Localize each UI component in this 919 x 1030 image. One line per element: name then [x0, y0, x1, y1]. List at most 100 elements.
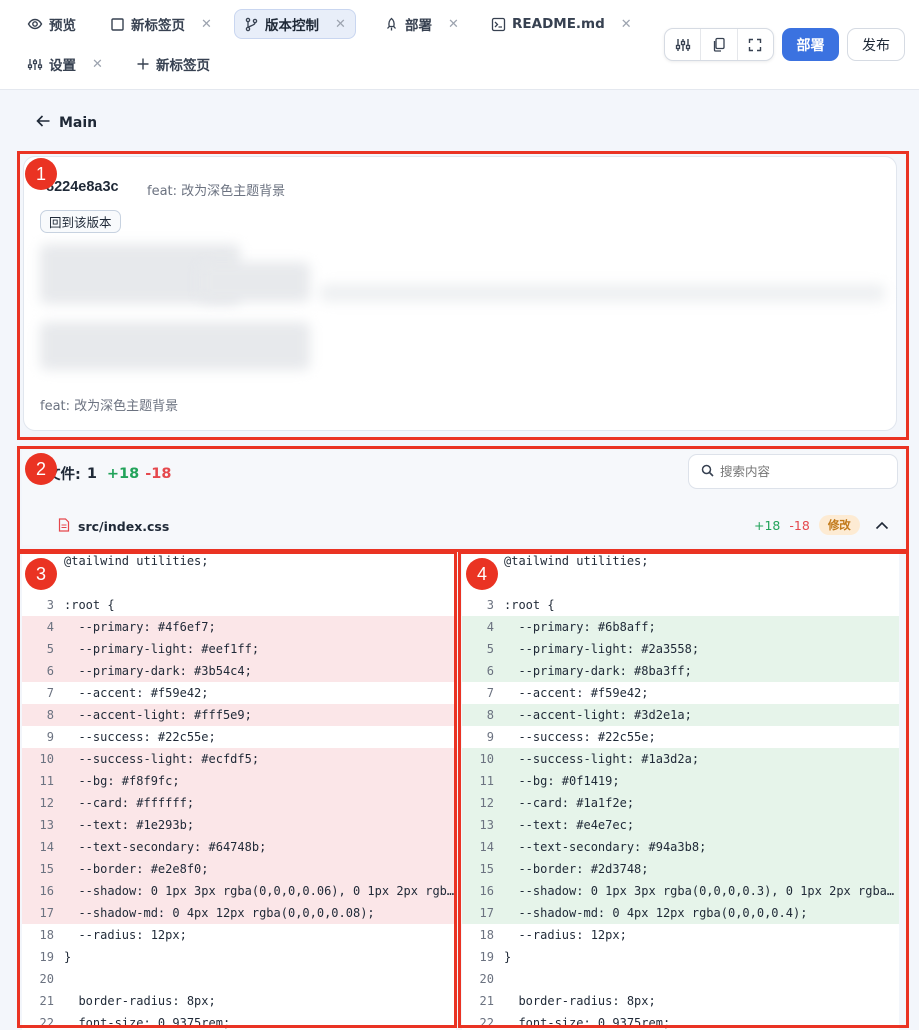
diff-line: 17 --shadow-md: 0 4px 12px rgba(0,0,0,0.…	[462, 902, 899, 924]
line-code: --primary-light: #2a3558;	[504, 642, 700, 656]
line-number: 16	[39, 884, 54, 898]
line-number: 14	[39, 840, 54, 854]
line-number: 18	[39, 928, 54, 942]
tab-deploy[interactable]: 部署 ✕	[375, 9, 468, 39]
diff-line: 15 --border: #e2e8f0;	[22, 858, 456, 880]
line-number: 17	[39, 906, 54, 920]
diff-line: 20	[462, 968, 899, 990]
line-number: 13	[479, 818, 494, 832]
close-icon[interactable]: ✕	[448, 17, 459, 32]
file-icon	[58, 518, 70, 535]
line-code: --shadow-md: 0 4px 12px rgba(0,0,0,0.4);	[504, 906, 808, 920]
line-code: font-size: 0.9375rem;	[504, 1016, 671, 1030]
commit-message-footer: feat: 改为深色主题背景	[40, 399, 179, 414]
copy-icon[interactable]	[701, 29, 738, 60]
line-number: 15	[39, 862, 54, 876]
diff-line: 14 --text-secondary: #64748b;	[22, 836, 456, 858]
diff-line: 11 --bg: #0f1419;	[462, 770, 899, 792]
diff-line	[462, 572, 899, 594]
tab-label: 部署	[405, 18, 432, 34]
line-code: --accent-light: #3d2e1a;	[504, 708, 692, 722]
diff-line: 8 --accent-light: #3d2e1a;	[462, 704, 899, 726]
line-code: --text-secondary: #94a3b8;	[504, 840, 707, 854]
diff-line: 21 border-radius: 8px;	[462, 990, 899, 1012]
line-code: :root {	[64, 598, 115, 612]
file-row[interactable]: src/index.css +18 -18 修改	[22, 506, 902, 546]
close-icon[interactable]: ✕	[621, 17, 632, 32]
diff-line: 9 --success: #22c55e;	[462, 726, 899, 748]
line-code: :root {	[504, 598, 555, 612]
annotation-marker: 1	[25, 158, 57, 190]
diff-line: 16 --shadow: 0 1px 3px rgba(0,0,0,0.06),…	[22, 880, 456, 902]
search-input[interactable]	[720, 464, 890, 479]
line-code: font-size: 0.9375rem;	[64, 1016, 231, 1030]
tab-settings[interactable]: 设置 ✕	[18, 49, 112, 79]
line-number: 20	[39, 972, 54, 986]
commit-message: feat: 改为深色主题背景	[147, 184, 286, 199]
close-icon[interactable]: ✕	[335, 17, 346, 32]
line-number: 16	[479, 884, 494, 898]
sliders-icon	[27, 57, 43, 72]
line-number: 21	[39, 994, 54, 1008]
line-code: --accent: #f59e42;	[504, 686, 649, 700]
diff-line: 12 --card: #1a1f2e;	[462, 792, 899, 814]
line-code: --text: #1e293b;	[64, 818, 195, 832]
search-box[interactable]	[688, 454, 898, 489]
chevron-up-icon[interactable]	[875, 518, 889, 533]
file-additions: +18	[754, 517, 781, 533]
annotation-marker: 4	[466, 558, 498, 590]
line-number: 4	[486, 620, 494, 634]
tab-new-tab[interactable]: 新标签页 ✕	[101, 9, 221, 39]
diff-line: 18 --radius: 12px;	[22, 924, 456, 946]
line-number: 11	[39, 774, 54, 788]
line-number: 19	[479, 950, 494, 964]
annotation-marker: 3	[25, 558, 57, 590]
line-code: --text: #e4e7ec;	[504, 818, 635, 832]
line-code: --bg: #0f1419;	[504, 774, 620, 788]
publish-button[interactable]: 发布	[847, 28, 905, 61]
tab-preview[interactable]: 预览	[18, 9, 85, 39]
back-link[interactable]: Main	[36, 114, 97, 132]
line-code: --card: #ffffff;	[64, 796, 195, 810]
tab-version-control[interactable]: 版本控制 ✕	[234, 9, 356, 39]
line-number: 5	[486, 642, 494, 656]
line-code: --bg: #f8f9fc;	[64, 774, 180, 788]
diff-line: 10 --success-light: #1a3d2a;	[462, 748, 899, 770]
diff-line: 13 --text: #1e293b;	[22, 814, 456, 836]
diff-line: @tailwind utilities;	[22, 550, 456, 572]
line-number: 3	[46, 598, 54, 612]
rocket-icon	[384, 17, 399, 32]
line-code: border-radius: 8px;	[504, 994, 656, 1008]
line-code: }	[64, 950, 72, 964]
sliders-icon[interactable]	[665, 29, 702, 60]
diff-line: 6 --primary-dark: #8ba3ff;	[462, 660, 899, 682]
square-icon	[110, 17, 125, 32]
deploy-button[interactable]: 部署	[782, 28, 839, 61]
close-icon[interactable]: ✕	[201, 17, 212, 32]
line-number: 3	[486, 598, 494, 612]
file-name-group: src/index.css	[58, 518, 169, 535]
diff-line: 17 --shadow-md: 0 4px 12px rgba(0,0,0,0.…	[22, 902, 456, 924]
revert-button[interactable]: 回到该版本	[40, 210, 121, 233]
tab-label: 设置	[49, 58, 76, 74]
line-code: --text-secondary: #64748b;	[64, 840, 267, 854]
line-code: --shadow: 0 1px 3px rgba(0,0,0,0.3), 0 1…	[504, 884, 895, 898]
diff-line: 15 --border: #2d3748;	[462, 858, 899, 880]
line-code: --primary: #6b8aff;	[504, 620, 656, 634]
tab-new-tab-add[interactable]: 新标签页	[127, 49, 219, 79]
fullscreen-icon[interactable]	[738, 29, 773, 60]
blurred-content	[320, 284, 885, 302]
line-code: --shadow-md: 0 4px 12px rgba(0,0,0,0.08)…	[64, 906, 375, 920]
line-number: 22	[479, 1016, 494, 1030]
file-deletions: -18	[789, 517, 810, 533]
files-deletions: -18	[145, 465, 172, 482]
close-icon[interactable]: ✕	[92, 57, 103, 72]
line-code: --radius: 12px;	[64, 928, 187, 942]
tab-readme[interactable]: README.md ✕	[482, 9, 641, 39]
line-number: 19	[39, 950, 54, 964]
line-code: border-radius: 8px;	[64, 994, 216, 1008]
diff-line: 11 --bg: #f8f9fc;	[22, 770, 456, 792]
